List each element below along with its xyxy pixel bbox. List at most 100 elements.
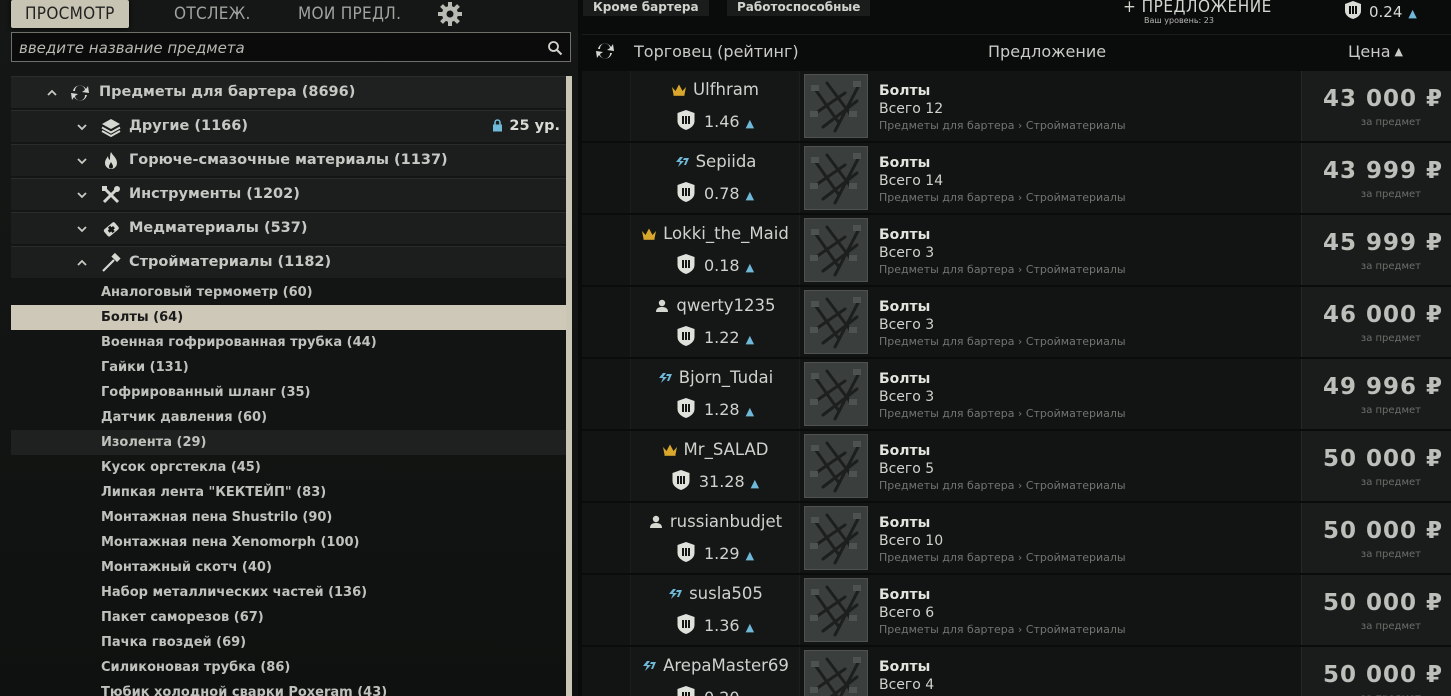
category-tools[interactable]: Инструменты (1202) [11,178,566,210]
item-thumbnail[interactable] [804,74,868,138]
list-item[interactable]: Силиконовая трубка (86) [11,655,566,680]
player-level: Ваш уровень: 23 [1144,16,1214,25]
seller-rating-value: 1.36 [703,616,740,635]
seller-name[interactable]: Mr_SALAD [631,440,799,459]
seller-rating: 31.28 ▲ [631,469,799,491]
list-item[interactable]: Датчик давления (60) [11,405,566,430]
list-item[interactable]: Военная гофрированная трубка (44) [11,330,566,355]
item-thumbnail[interactable] [804,146,868,210]
search-input[interactable] [19,38,529,58]
list-item[interactable]: Кусок оргстекла (45) [11,455,566,480]
price-cell[interactable]: 50 000 ₽за предмет [1301,431,1451,501]
tab-browse[interactable]: ПРОСМОТР [11,0,129,28]
offer-row[interactable]: Ulfhram 1.46 ▲ Болты Всего 12 Предметы для ба… [582,71,1451,141]
rating-shield-icon [677,254,695,274]
seller-cell[interactable]: Sepiida 0.78 ▲ [630,143,800,213]
offer-row[interactable]: Sepiida 0.78 ▲ Болты Всего 14 Предметы для ба… [582,143,1451,213]
list-item[interactable]: Гайки (131) [11,355,566,380]
seller-cell[interactable]: Mr_SALAD 31.28 ▲ [630,431,800,501]
list-item[interactable]: Монтажная пена Shustrilo (90) [11,505,566,530]
list-item[interactable]: Тюбик холодной сварки Poxeram (43) [11,680,566,696]
price-unit: за предмет [1360,261,1421,272]
item-name: Болты [879,299,931,315]
item-thumbnail[interactable] [804,650,868,696]
category-barter-items[interactable]: Предметы для бартера (8696) [11,76,566,108]
seller-name[interactable]: Sepiida [631,152,799,171]
seller-cell[interactable]: russianbudjet 1.29 ▲ [630,503,800,573]
add-offer-button[interactable]: + ПРЕДЛОЖЕНИЕ [1123,0,1272,17]
offer-row[interactable]: Lokki_the_Maid 0.18 ▲ Болты Всего 3 Предметы … [582,215,1451,285]
item-thumbnail[interactable] [804,578,868,642]
category-medical[interactable]: Медматериалы (537) [11,212,566,244]
bolts-item-icon [805,507,867,569]
header-price[interactable]: Цена ▲ [1348,42,1403,61]
list-item[interactable]: Аналоговый термометр (60) [11,280,566,305]
list-item[interactable]: Монтажная пена Xenomorph (100) [11,530,566,555]
refresh-icon[interactable] [594,41,616,61]
subcategory-list: Аналоговый термометр (60) Болты (64) Вое… [11,280,566,696]
seller-name[interactable]: russianbudjet [631,512,799,531]
item-thumbnail[interactable] [804,290,868,354]
price-cell[interactable]: 43 999 ₽ за предмет [1301,143,1451,213]
seller-cell[interactable]: ArepaMaster69 0.20▲ [630,647,800,696]
price-cell[interactable]: 50 000 ₽за предмет [1301,503,1451,573]
category-fuel[interactable]: Горюче-смазочные материалы (1137) [11,144,566,176]
seller-name-text: Ulfhram [693,80,759,99]
lightning-icon [669,589,683,599]
offer-row[interactable]: Mr_SALAD 31.28 ▲ Болты Всего 5 Предметы для б… [582,431,1451,501]
item-thumbnail[interactable] [804,434,868,498]
seller-cell[interactable]: Ulfhram 1.46 ▲ [630,71,800,141]
item-thumbnail[interactable] [804,362,868,426]
price-cell[interactable]: 45 999 ₽ за предмет [1301,215,1451,285]
price-unit: за предмет [1360,189,1421,200]
seller-name[interactable]: Bjorn_Tudai [631,368,799,387]
seller-name[interactable]: susla505 [631,584,799,603]
layers-icon [101,119,121,138]
seller-cell[interactable]: Bjorn_Tudai 1.28 ▲ [630,359,800,429]
item-thumbnail[interactable] [804,218,868,282]
seller-cell[interactable]: qwerty1235 1.22 ▲ [630,287,800,357]
seller-cell[interactable]: Lokki_the_Maid 0.18 ▲ [630,215,800,285]
list-item[interactable]: Пакет саморезов (67) [11,605,566,630]
list-item-selected[interactable]: Болты (64) [11,305,566,330]
seller-name[interactable]: Ulfhram [631,80,799,99]
price-unit: за предмет [1360,621,1421,632]
filter-except-barter[interactable]: Кроме бартера [583,0,709,16]
offer-row[interactable]: ArepaMaster690.20▲БолтыВсего 4Предметы д… [582,647,1451,696]
search-icon[interactable] [547,40,563,56]
seller-cell[interactable]: susla505 1.36 ▲ [630,575,800,645]
list-item[interactable]: Изолента (29) [11,430,566,455]
gear-icon[interactable] [436,0,464,28]
price-cell[interactable]: 50 000 ₽за предмет [1301,647,1451,696]
category-other[interactable]: Другие (1166) 25 ур. [11,110,566,142]
price-cell[interactable]: 43 000 ₽ за предмет [1301,71,1451,141]
offer-row[interactable]: russianbudjet 1.29 ▲ Болты Всего 10 Предметы … [582,503,1451,573]
header-seller[interactable]: Торговец (рейтинг) [634,42,799,61]
list-item[interactable]: Набор металлических частей (136) [11,580,566,605]
offer-row[interactable]: qwerty1235 1.22 ▲ Болты Всего 3 Предметы для … [582,287,1451,357]
price-cell[interactable]: 50 000 ₽за предмет [1301,575,1451,645]
list-item[interactable]: Пачка гвоздей (69) [11,630,566,655]
list-item[interactable]: Липкая лента "КЕКТЕЙП" (83) [11,480,566,505]
category-building-materials[interactable]: Стройматериалы (1182) [11,246,566,278]
seller-name[interactable]: Lokki_the_Maid [631,224,799,243]
price-value: 46 000 ₽ [1322,302,1443,328]
tab-my-offers[interactable]: МОИ ПРЕДЛ. [298,0,401,28]
header-offer[interactable]: Предложение [988,42,1106,61]
seller-rating: 0.78 ▲ [631,181,799,203]
category-label: Другие (1166) [129,118,248,134]
offer-row[interactable]: susla505 1.36 ▲ Болты Всего 6 Предметы для ба… [582,575,1451,645]
rating-shield-icon [677,326,695,346]
seller-name[interactable]: ArepaMaster69 [631,656,799,675]
list-item[interactable]: Гофрированный шланг (35) [11,380,566,405]
scrollbar[interactable] [566,76,572,696]
offer-row[interactable]: Bjorn_Tudai 1.28 ▲ Болты Всего 3 Предметы для… [582,359,1451,429]
tab-wishlist[interactable]: ОТСЛЕЖ. [174,0,251,28]
item-count: Всего 3 [879,317,935,333]
item-thumbnail[interactable] [804,506,868,570]
price-cell[interactable]: 49 996 ₽ за предмет [1301,359,1451,429]
seller-name[interactable]: qwerty1235 [631,296,799,315]
list-item[interactable]: Монтажный скотч (40) [11,555,566,580]
filter-functional[interactable]: Работоспособные [727,0,871,16]
price-cell[interactable]: 46 000 ₽ за предмет [1301,287,1451,357]
